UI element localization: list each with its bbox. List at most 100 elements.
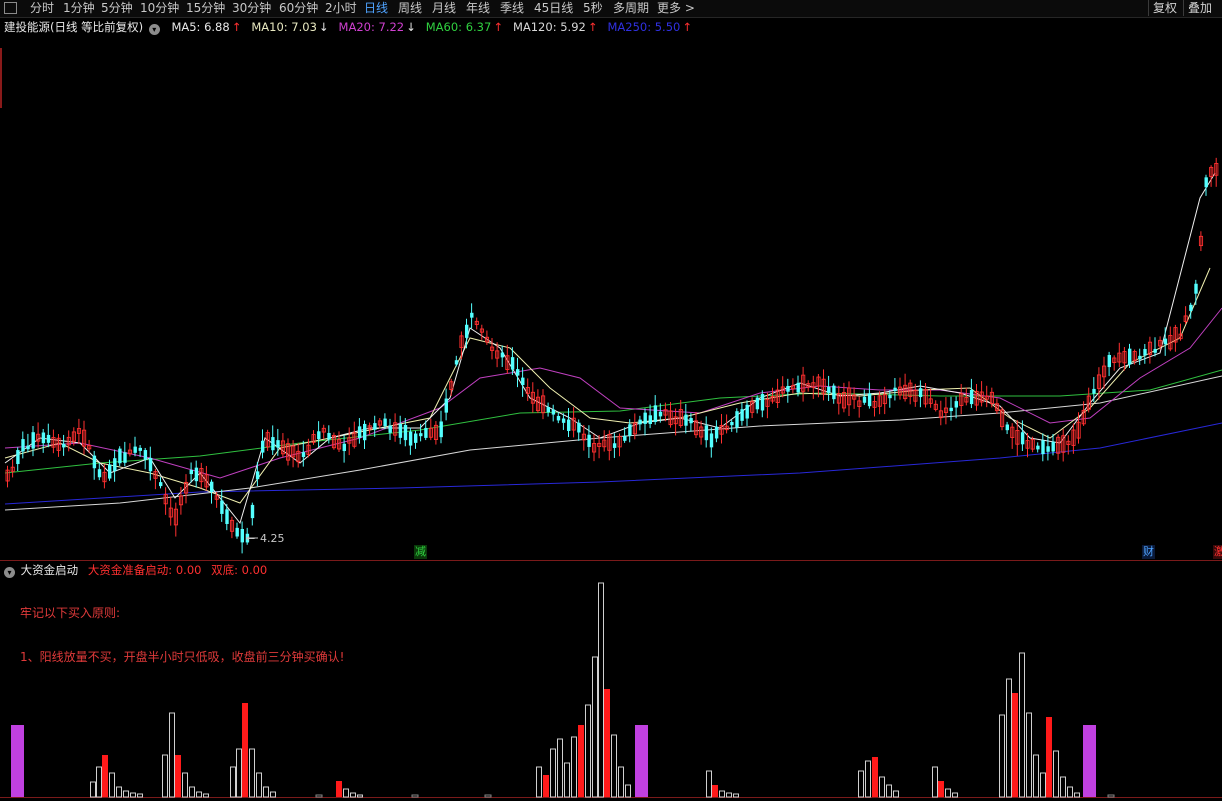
period-tab-15[interactable]: 多周期 (613, 0, 649, 17)
volume-bar-white (706, 770, 712, 798)
candle-down (862, 396, 867, 403)
candle-down (735, 411, 739, 428)
period-tab-2[interactable]: 5分钟 (101, 0, 133, 17)
candle-down (133, 446, 137, 453)
period-tab-6[interactable]: 60分钟 (279, 0, 318, 17)
price-chart[interactable]: 4.25 ← (0, 18, 1222, 560)
candle-down (567, 419, 571, 431)
candle-down (796, 382, 800, 393)
candle-down (1092, 388, 1096, 394)
candle-down (108, 464, 112, 479)
event-marker-finance[interactable]: 财 (1142, 545, 1155, 559)
candle-down (46, 434, 51, 443)
volume-bar-red (1046, 717, 1052, 797)
candle-down (210, 481, 214, 493)
candle-down (255, 471, 260, 480)
candle-down (470, 312, 474, 318)
period-tab-8[interactable]: 日线 (364, 0, 388, 17)
volume-bar-white (1033, 754, 1039, 798)
period-tab-16[interactable]: 更多 > (657, 0, 695, 17)
candle-down (1041, 440, 1045, 455)
volume-bar-white (182, 772, 188, 798)
volume-bar-white (130, 792, 136, 798)
candle-down (867, 393, 872, 407)
volume-bar-white (858, 770, 864, 798)
period-tab-7[interactable]: 2小时 (325, 0, 357, 17)
candle-down (261, 440, 265, 453)
candle-down (26, 445, 30, 450)
period-tab-3[interactable]: 10分钟 (140, 0, 179, 17)
candle-down (419, 433, 423, 437)
candle-down (714, 426, 719, 439)
volume-bar-white (1026, 712, 1032, 798)
volume-bar-white (585, 704, 591, 798)
candle-down (684, 414, 688, 426)
candle-down (363, 423, 367, 441)
volume-bar-white (999, 714, 1005, 798)
candle-down (143, 450, 148, 460)
period-tab-12[interactable]: 季线 (500, 0, 524, 17)
signal-bar-purple (635, 725, 648, 797)
volume-bar-white (952, 792, 958, 798)
event-marker-reduce[interactable]: 减 (414, 545, 427, 559)
candle-down (954, 401, 958, 408)
period-tab-0[interactable]: 分时 (30, 0, 54, 17)
period-tab-9[interactable]: 周线 (398, 0, 422, 17)
candle-down (1189, 304, 1193, 311)
candle-down (317, 431, 321, 440)
period-tab-1[interactable]: 1分钟 (63, 0, 95, 17)
volume-bar-white (557, 738, 563, 798)
volume-bar-white (343, 788, 349, 798)
volume-bar-white (865, 760, 871, 798)
volume-bar-white (726, 792, 732, 798)
signal-bar-purple (11, 725, 24, 797)
candle-down (577, 422, 581, 433)
candle-down (271, 437, 275, 451)
period-tab-5[interactable]: 30分钟 (232, 0, 271, 17)
volume-bar-white (886, 784, 892, 798)
low-price-label: 4.25 (260, 532, 285, 545)
candle-down (92, 455, 97, 469)
candle-down (653, 405, 658, 422)
period-tab-4[interactable]: 15分钟 (186, 0, 225, 17)
ma20-line (4, 307, 1222, 479)
period-tab-13[interactable]: 45日线 (534, 0, 573, 17)
indicator-chart[interactable] (0, 561, 1222, 801)
volume-bar-white (932, 766, 938, 798)
period-tab-11[interactable]: 年线 (466, 0, 490, 17)
candle-down (740, 409, 744, 421)
volume-bar-white (90, 781, 96, 798)
volume-bar-white (169, 712, 175, 798)
overlay-button[interactable]: 叠加 (1183, 0, 1216, 16)
candle-down (1163, 338, 1168, 345)
event-marker-incentive[interactable]: 激 (1213, 545, 1222, 559)
candle-down (388, 425, 392, 433)
period-tab-14[interactable]: 5秒 (583, 0, 603, 17)
restore-rights-button[interactable]: 复权 (1148, 0, 1181, 16)
volume-bar-white (484, 794, 492, 798)
volume-bar-white (162, 754, 168, 798)
candle-down (827, 386, 831, 393)
volume-bar-white (893, 790, 899, 798)
candle-down (41, 432, 46, 444)
volume-bar-white (249, 748, 255, 798)
candle-down (444, 398, 448, 413)
candle-down (383, 418, 387, 427)
volume-bar-white (236, 748, 242, 798)
candle-down (240, 528, 244, 543)
candle-down (1204, 177, 1208, 188)
volume-bar-red (1012, 693, 1018, 797)
candle-down (113, 458, 117, 472)
volume-bar-white (256, 772, 262, 798)
period-tab-10[interactable]: 月线 (432, 0, 456, 17)
candle-down (424, 427, 428, 438)
candle-down (561, 418, 566, 423)
candle-down (97, 469, 102, 478)
candle-down (949, 407, 953, 412)
window-menu-icon[interactable] (4, 2, 17, 14)
volume-bar-red (242, 703, 248, 797)
volume-bar-white (230, 766, 236, 798)
ma60-line (4, 369, 1222, 474)
candle-down (1005, 424, 1009, 431)
candle-down (159, 482, 163, 487)
